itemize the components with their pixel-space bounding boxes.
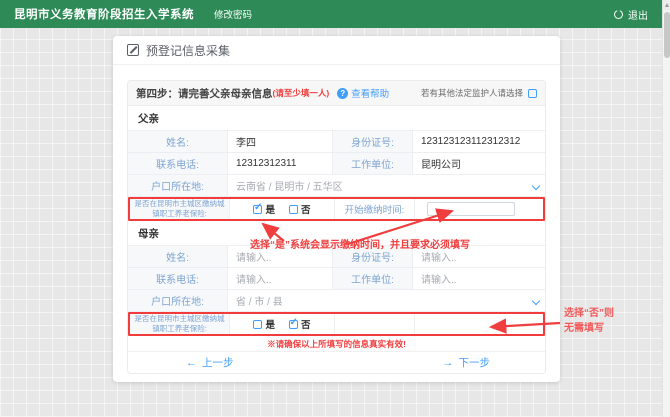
mother-name-label: 姓名: [128, 246, 228, 267]
annotation-no-note-line2: 无需填写 [564, 321, 614, 336]
table-row: 联系电话: 请输入.. 工作单位: 请输入.. [128, 268, 545, 290]
father-id-label: 身份证号: [333, 131, 413, 152]
mother-phone-label: 联系电话: [128, 268, 228, 289]
warning-row: ※请确保以上所填写的信息真实有效! [128, 336, 545, 352]
start-time-label: 开始缴纳时间: [335, 199, 415, 219]
checkbox-checked-icon[interactable] [289, 320, 298, 329]
father-region-value: 云南省 / 昆明市 / 五华区 [236, 178, 343, 193]
main-card: 预登记信息采集 第四步：请完善父亲母亲信息 (请至少填一人) 查看帮助 若有其他… [113, 36, 560, 382]
prev-step-button[interactable]: ← 上一步 [186, 355, 234, 370]
father-region-label: 户口所在地: [128, 175, 228, 196]
footer-nav: ← 上一步 → 下一步 [128, 352, 545, 373]
start-time-input[interactable] [427, 202, 515, 216]
warning-text: ※请确保以上所填写的信息真实有效! [267, 338, 406, 350]
question-circle-icon[interactable] [337, 88, 348, 99]
mother-region-value: 省 / 市 / 县 [236, 293, 283, 308]
annotation-yes-note: 选择“是”系统会显示缴纳时间，并且要求必须填写 [250, 236, 470, 251]
scroll-up-icon[interactable] [663, 0, 670, 10]
mother-region-select[interactable]: 省 / 市 / 县 [228, 290, 545, 311]
father-phone-label: 联系电话: [128, 153, 228, 174]
top-bar: 昆明市义务教育阶段招生入学系统 修改密码 退出 [0, 0, 662, 28]
annotation-no-note-line1: 选择“否”则 [564, 306, 614, 321]
father-work-field[interactable]: 昆明公司 [413, 153, 545, 174]
father-insurance-yes[interactable]: 是 [253, 202, 275, 216]
father-name-label: 姓名: [128, 131, 228, 152]
card-header: 预登记信息采集 [113, 36, 560, 65]
prev-step-label: 上一步 [202, 355, 234, 370]
scrollbar-thumb[interactable] [664, 12, 670, 58]
table-row: 户口所在地: 省 / 市 / 县 [128, 290, 545, 312]
no-label: 否 [301, 202, 311, 216]
yes-label: 是 [265, 202, 275, 216]
father-name-field[interactable]: 李四 [228, 131, 333, 152]
father-insurance-label: 是否在昆明市主城区缴纳城镇职工养老保险: [130, 199, 230, 219]
father-id-field[interactable]: 123123123112312312 [413, 131, 545, 152]
step-note: (请至少填一人) [273, 87, 330, 99]
other-guardian-checkbox[interactable] [528, 89, 537, 98]
mother-work-label: 工作单位: [333, 268, 413, 289]
empty-cell [335, 314, 415, 334]
logout-button[interactable]: 退出 [628, 7, 648, 22]
father-insurance-row: 是否在昆明市主城区缴纳城镇职工养老保险: 是 否 开始缴纳时间: [128, 197, 545, 221]
empty-cell [415, 314, 543, 334]
view-help-link[interactable]: 查看帮助 [351, 86, 389, 100]
father-insurance-no[interactable]: 否 [289, 202, 311, 216]
scrollbar[interactable] [662, 0, 670, 417]
step-title: 第四步：请完善父亲母亲信息 [136, 86, 273, 101]
table-row: 联系电话: 12312312311 工作单位: 昆明公司 [128, 153, 545, 175]
father-insurance-options: 是 否 [230, 199, 335, 219]
annotation-no-note: 选择“否”则 无需填写 [564, 306, 614, 336]
left-arrow-icon: ← [186, 357, 197, 369]
right-arrow-icon: → [443, 357, 454, 369]
father-region-select[interactable]: 云南省 / 昆明市 / 五华区 [228, 175, 545, 196]
father-section-header: 父亲 [128, 106, 545, 131]
next-step-label: 下一步 [459, 355, 491, 370]
chevron-down-icon[interactable] [532, 181, 540, 189]
mother-insurance-no[interactable]: 否 [289, 317, 311, 331]
step-header: 第四步：请完善父亲母亲信息 (请至少填一人) 查看帮助 若有其他法定监护人请选择 [128, 81, 545, 106]
checkbox-unchecked-icon[interactable] [253, 320, 262, 329]
mother-work-field[interactable]: 请输入.. [413, 268, 545, 289]
change-password-link[interactable]: 修改密码 [214, 7, 252, 21]
chevron-down-icon[interactable] [532, 296, 540, 304]
checkbox-unchecked-icon[interactable] [289, 205, 298, 214]
power-icon [614, 10, 623, 19]
mother-insurance-row: 是否在昆明市主城区缴纳城镇职工养老保险: 是 否 [128, 312, 545, 336]
page-title: 预登记信息采集 [146, 42, 230, 59]
father-section-label: 父亲 [138, 111, 159, 126]
other-guardian-label: 若有其他法定监护人请选择 [421, 87, 523, 99]
checkbox-checked-icon[interactable] [253, 205, 262, 214]
mother-insurance-yes[interactable]: 是 [253, 317, 275, 331]
mother-insurance-label: 是否在昆明市主城区缴纳城镇职工养老保险: [130, 314, 230, 334]
edit-icon [127, 44, 139, 56]
mother-region-label: 户口所在地: [128, 290, 228, 311]
form-panel: 第四步：请完善父亲母亲信息 (请至少填一人) 查看帮助 若有其他法定监护人请选择… [127, 80, 546, 374]
table-row: 户口所在地: 云南省 / 昆明市 / 五华区 [128, 175, 545, 197]
table-row: 姓名: 李四 身份证号: 123123123112312312 [128, 131, 545, 153]
no-label: 否 [301, 317, 311, 331]
mother-insurance-options: 是 否 [230, 314, 335, 334]
next-step-button[interactable]: → 下一步 [443, 355, 491, 370]
mother-section-label: 母亲 [138, 226, 159, 241]
father-work-label: 工作单位: [333, 153, 413, 174]
yes-label: 是 [265, 317, 275, 331]
mother-phone-field[interactable]: 请输入.. [228, 268, 333, 289]
father-phone-field[interactable]: 12312312311 [228, 153, 333, 174]
app-title: 昆明市义务教育阶段招生入学系统 [14, 6, 194, 22]
start-time-cell [415, 199, 543, 219]
